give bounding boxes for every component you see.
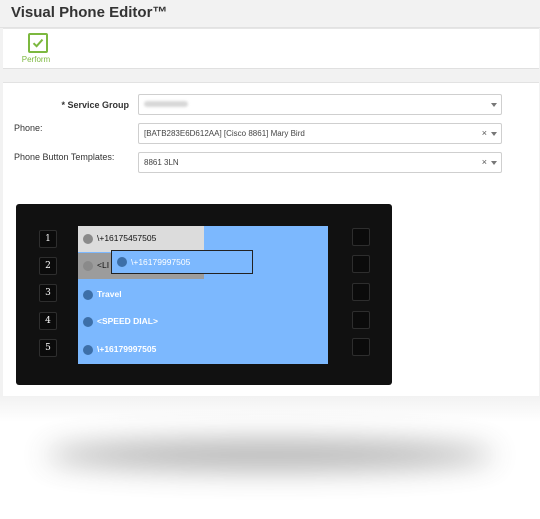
right-button-5[interactable]: [352, 338, 370, 356]
handset-icon: [83, 345, 93, 355]
template-select[interactable]: 8861 3LN ×: [138, 152, 502, 173]
phone-screen: \+16175457505 <LI Travel <SPEED DIAL> \+…: [78, 226, 328, 364]
line-slot-label: <SPEED DIAL>: [97, 316, 158, 326]
template-label: Phone Button Templates:: [14, 152, 115, 162]
chevron-down-icon[interactable]: [491, 103, 497, 107]
clear-icon[interactable]: ×: [482, 128, 487, 138]
line-slot-1[interactable]: \+16175457505: [78, 226, 204, 252]
drop-shadow: [45, 440, 495, 470]
right-button-4[interactable]: [352, 311, 370, 329]
perform-button[interactable]: Perform: [17, 31, 59, 67]
chevron-down-icon[interactable]: [491, 132, 497, 136]
right-button-1[interactable]: [352, 228, 370, 246]
line-slot-label: <LI: [97, 260, 110, 270]
dragged-line-label: \+16179997505: [131, 257, 191, 267]
speaker-icon: [83, 290, 93, 300]
dragged-line-item[interactable]: \+16179997505: [111, 250, 253, 274]
service-group-select[interactable]: [138, 94, 502, 115]
phone-label: Phone:: [14, 123, 43, 133]
title-bar: Visual Phone Editor™: [0, 0, 540, 28]
checkmark-icon: [28, 33, 48, 53]
line-button-2[interactable]: 2: [39, 257, 57, 275]
phone-select[interactable]: [BATB283E6D612AA] [Cisco 8861] Mary Bird…: [138, 123, 502, 144]
line-slot-label: \+16179997505: [97, 344, 157, 354]
line-button-4[interactable]: 4: [39, 312, 57, 330]
clear-icon[interactable]: ×: [482, 157, 487, 167]
toolbar: Perform: [3, 28, 539, 69]
line-button-3[interactable]: 3: [39, 284, 57, 302]
redacted-value: [144, 101, 188, 107]
template-value: 8861 3LN: [144, 158, 179, 167]
line-slot-label: \+16175457505: [97, 233, 157, 243]
phone-preview: 1 2 3 4 5 \+16175457505 <LI Travel <SPEE…: [16, 204, 392, 385]
handset-icon: [83, 261, 93, 271]
line-button-1[interactable]: 1: [39, 230, 57, 248]
chevron-down-icon[interactable]: [491, 161, 497, 165]
handset-icon: [117, 257, 127, 267]
speaker-icon: [83, 317, 93, 327]
line-button-5[interactable]: 5: [39, 339, 57, 357]
line-slot-label: Travel: [97, 289, 122, 299]
handset-icon: [83, 234, 93, 244]
right-button-3[interactable]: [352, 283, 370, 301]
page-title: Visual Phone Editor™: [11, 4, 168, 21]
service-group-label: * Service Group: [61, 100, 129, 110]
form-panel: * Service Group Phone: [BATB283E6D612AA]…: [3, 82, 539, 409]
bottom-fade: [0, 396, 540, 422]
right-button-2[interactable]: [352, 255, 370, 273]
perform-label: Perform: [21, 55, 51, 64]
app-window: Visual Phone Editor™ Perform * Service G…: [0, 0, 540, 410]
phone-value: [BATB283E6D612AA] [Cisco 8861] Mary Bird: [144, 129, 305, 138]
